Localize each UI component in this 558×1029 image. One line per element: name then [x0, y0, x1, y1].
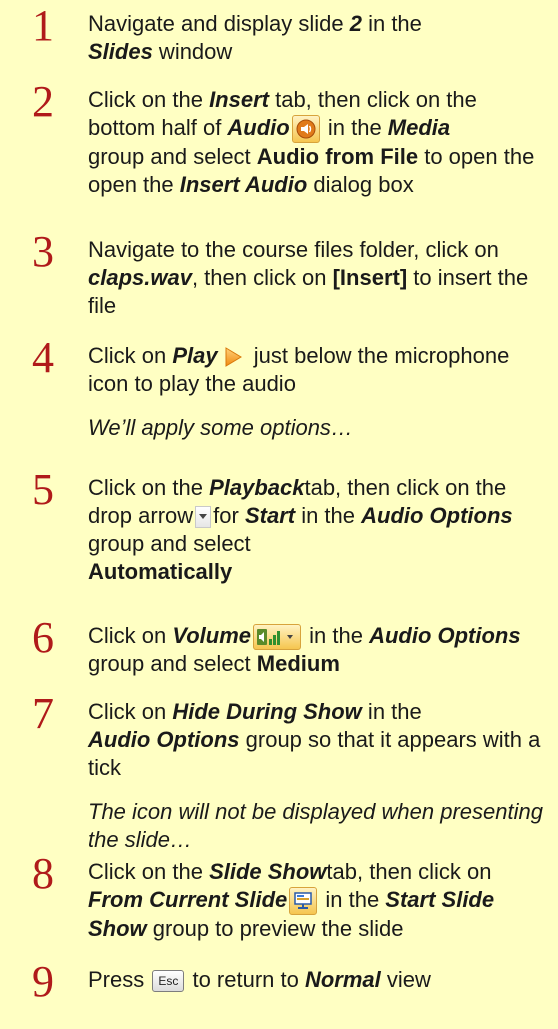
step-number: 2 — [32, 77, 54, 126]
step-number: 6 — [32, 613, 54, 662]
step-text: Click on Hide During Show in the Audio O… — [88, 699, 541, 780]
step-number: 1 — [32, 1, 54, 50]
step-text: Click on the Insert tab, then click on t… — [88, 87, 535, 198]
audio-speaker-icon — [291, 115, 320, 144]
step-note: We’ll apply some options… — [88, 415, 353, 440]
step-note: The icon will not be displayed when pres… — [88, 799, 543, 852]
step-number: 7 — [32, 689, 54, 738]
step-number: 4 — [32, 333, 54, 382]
step-number: 5 — [32, 465, 54, 514]
step-text: Click on the Playbacktab, then click on … — [88, 475, 513, 584]
step-text: Click on Volume in the Audio Options gro… — [88, 623, 521, 677]
esc-key-icon: Esc — [152, 970, 185, 993]
step-text: Navigate to the course files folder, cli… — [88, 237, 529, 318]
step-text: Click on Play just below the microphone … — [88, 343, 510, 396]
slide-show-icon — [289, 887, 318, 916]
step-text: Navigate and display slide 2 in the Slid… — [88, 11, 422, 64]
step-number: 9 — [32, 957, 54, 1006]
dropdown-arrow-icon — [195, 506, 212, 529]
step-number: 3 — [32, 227, 54, 276]
step-text: Press Esc to return to Normal view — [88, 967, 431, 993]
step-number: 8 — [32, 849, 54, 898]
volume-bars-icon — [253, 624, 302, 651]
play-triangle-icon — [222, 346, 244, 368]
step-text: Click on the Slide Showtab, then click o… — [88, 859, 495, 942]
